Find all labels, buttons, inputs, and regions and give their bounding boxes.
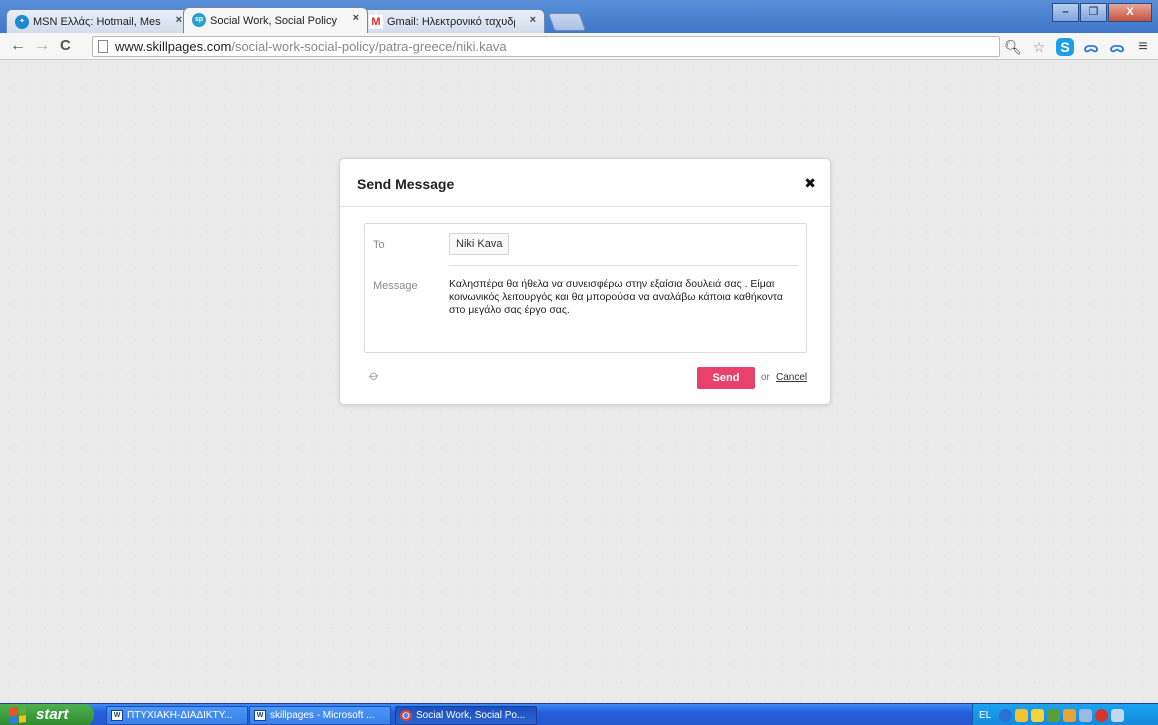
system-tray: EL [972, 704, 1158, 725]
restore-button[interactable]: ❐ [1080, 3, 1107, 22]
or-text: or [761, 372, 770, 383]
taskbar-item-label: Social Work, Social Po... [416, 710, 526, 721]
minimize-button[interactable]: – [1052, 3, 1079, 22]
close-icon[interactable]: ✖ [804, 175, 816, 192]
page-content: Send Message ✖ To Niki Kava Message Καλη… [0, 61, 1158, 703]
chrome-icon [400, 710, 412, 721]
star-icon[interactable]: ☆ [1030, 38, 1048, 56]
tab-close-icon[interactable]: × [353, 12, 359, 24]
tab-gmail[interactable]: M Gmail: Ηλεκτρονικό ταχυδρο × [360, 9, 545, 33]
send-button[interactable]: Send [697, 367, 755, 389]
windows-flag-icon [10, 706, 26, 724]
url-path: /social-work-social-policy/patra-greece/… [231, 39, 507, 54]
taskbar-item-word-2[interactable]: W skillpages - Microsoft ... [249, 706, 391, 725]
app-tray-icon[interactable] [1047, 708, 1061, 722]
divider [449, 265, 798, 266]
start-label: start [36, 706, 69, 723]
alert-icon[interactable] [1095, 708, 1109, 722]
tab-title: MSN Ελλάς: Hotmail, Messen [33, 15, 161, 28]
recipient-token[interactable]: Niki Kava [449, 233, 510, 255]
dialog-header: Send Message ✖ [340, 159, 830, 207]
browser-titlebar: ✦ MSN Ελλάς: Hotmail, Messen × sp Social… [0, 0, 1158, 33]
dialog-title: Send Message [357, 176, 455, 192]
ext-icon[interactable]: ᯅ [1108, 38, 1126, 56]
volume-icon[interactable] [1015, 708, 1029, 722]
extension-area: 🔍︎ ☆ S ᯅ ᯅ ≡ [1004, 38, 1158, 56]
browser-toolbar: ← → C www.skillpages.com/social-work-soc… [0, 33, 1158, 60]
to-row: To Niki Kava [365, 224, 806, 266]
message-label: Message [373, 280, 418, 292]
taskbar: start W ΠΤΥΧΙΑΚΗ-ΔΙΑΔΙΚΤΥ... W skillpage… [0, 703, 1158, 725]
zoom-icon[interactable]: 🔍︎ [1004, 38, 1022, 56]
tab-close-icon[interactable]: × [530, 14, 536, 26]
language-indicator[interactable]: EL [979, 710, 991, 721]
app-tray-icon[interactable] [1079, 708, 1093, 722]
star-tray-icon[interactable] [1031, 708, 1045, 722]
word-icon: W [111, 710, 123, 721]
app-tray-icon[interactable] [1111, 708, 1125, 722]
forward-icon[interactable]: → [34, 37, 50, 55]
attachment-icon[interactable]: ⌀ [366, 366, 383, 384]
new-tab-button[interactable] [547, 13, 587, 31]
reload-icon[interactable]: C [60, 37, 71, 55]
start-button[interactable]: start [0, 704, 94, 725]
taskbar-item-label: ΠΤΥΧΙΑΚΗ-ΔΙΑΔΙΚΤΥ... [127, 710, 233, 721]
word-icon: W [254, 710, 266, 721]
gmail-icon: M [369, 15, 383, 29]
to-label: To [373, 239, 385, 251]
skillpages-icon: sp [192, 13, 206, 27]
taskbar-item-label: skillpages - Microsoft ... [270, 710, 375, 721]
taskbar-item-word-1[interactable]: W ΠΤΥΧΙΑΚΗ-ΔΙΑΔΙΚΤΥ... [106, 706, 248, 725]
url-domain: www.skillpages.com [115, 39, 232, 54]
page-icon [98, 40, 108, 53]
menu-icon[interactable]: ≡ [1134, 38, 1152, 56]
address-bar[interactable]: www.skillpages.com/social-work-social-po… [92, 36, 1000, 57]
tab-close-icon[interactable]: × [176, 14, 182, 26]
tab-title: Social Work, Social Policy - Th [210, 14, 338, 27]
message-form: To Niki Kava Message Καλησπέρα θα ήθελα … [364, 223, 807, 353]
network-icon[interactable] [999, 708, 1013, 722]
tab-strip: ✦ MSN Ελλάς: Hotmail, Messen × sp Social… [6, 5, 587, 33]
cancel-link[interactable]: Cancel [776, 372, 807, 383]
message-textarea[interactable]: Καλησπέρα θα ήθελα να συνεισφέρω στην εξ… [449, 278, 799, 317]
tab-skillpages[interactable]: sp Social Work, Social Policy - Th × [183, 7, 368, 33]
back-icon[interactable]: ← [10, 37, 26, 55]
window-controls: – ❐ X [1051, 3, 1152, 22]
skype-icon[interactable]: S [1056, 38, 1074, 56]
tab-msn[interactable]: ✦ MSN Ελλάς: Hotmail, Messen × [6, 9, 191, 33]
ext-icon[interactable]: ᯅ [1082, 38, 1100, 56]
close-window-button[interactable]: X [1108, 3, 1152, 22]
taskbar-item-chrome[interactable]: Social Work, Social Po... [395, 706, 537, 725]
app-tray-icon[interactable] [1063, 708, 1077, 722]
tab-title: Gmail: Ηλεκτρονικό ταχυδρο [387, 15, 515, 28]
msn-butterfly-icon: ✦ [15, 15, 29, 29]
send-message-dialog: Send Message ✖ To Niki Kava Message Καλη… [339, 158, 831, 405]
